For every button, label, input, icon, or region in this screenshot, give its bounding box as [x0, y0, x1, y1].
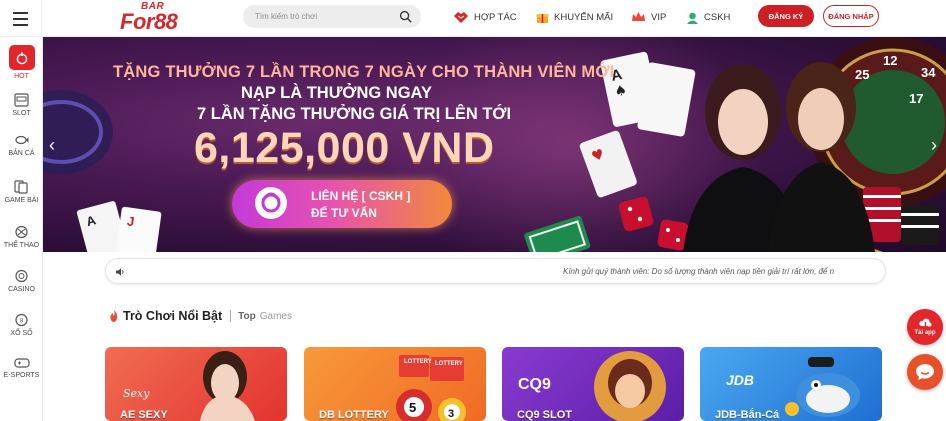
chat-bubble-icon — [916, 364, 934, 380]
search-icon[interactable] — [399, 10, 412, 23]
sidebar-item-label: XỔ SỐ — [10, 330, 33, 337]
game-card-title: DB LOTTERY — [319, 409, 389, 421]
nav-vip[interactable]: VIP — [631, 9, 666, 25]
download-icon — [918, 318, 932, 329]
promo-banner[interactable]: A J A ♠ ♥ 25 12 17 34 TẶNG THƯỞNG 7 LẦN … — [43, 37, 946, 252]
sidebar-item-hot[interactable]: HOT — [0, 40, 43, 80]
nav-cskh[interactable]: CSKH — [686, 9, 730, 25]
featured-games-heading: Trò Chơi Nổi Bật Top Games — [109, 309, 292, 323]
category-sidebar: HOT SLOT BẮN CÁ GAME BÀI THỂ THAO CASINO… — [0, 37, 43, 421]
crown-icon — [632, 12, 645, 21]
sidebar-item-label: THỂ THAO — [3, 242, 40, 249]
fish-icon — [15, 135, 29, 145]
nav-label: VIP — [651, 11, 667, 23]
game-card-jdb-ban-ca[interactable]: JDB JDB-Bắn-Cá — [700, 347, 882, 421]
nav-khuyen-mai[interactable]: KHUYẾN MÃI — [536, 9, 613, 25]
download-app-label: Tải app — [914, 330, 936, 336]
support-agent-icon — [687, 12, 698, 24]
nav-label: HỢP TÁC — [474, 11, 517, 23]
nav-label: CSKH — [704, 11, 731, 23]
game-card-cq9-slot[interactable]: CQ9 CQ9 SLOT — [502, 347, 684, 421]
top-header: BAR For88 HỢP TÁC KHUYẾN MÃI VIP CSKH ĐĂ… — [0, 0, 946, 37]
flame-icon — [110, 310, 118, 322]
sidebar-item-e-sports[interactable]: E-SPORTS — [0, 356, 43, 396]
search-box — [243, 5, 421, 28]
cta-label: LIÊN HỆ [ CSKH ] — [311, 189, 411, 203]
contact-support-button[interactable]: LIÊN HỆ [ CSKH ] ĐỂ TƯ VẤN — [232, 180, 452, 228]
section-subtitle: Top — [238, 310, 256, 322]
sidebar-item-label: HOT — [14, 73, 29, 80]
svg-text:8: 8 — [20, 319, 24, 325]
svg-text:3: 3 — [448, 408, 454, 420]
svg-text:JDB: JDB — [726, 372, 754, 388]
svg-text:17: 17 — [909, 91, 923, 106]
download-app-button[interactable]: Tải app — [907, 309, 943, 345]
sidebar-item-game-bai[interactable]: GAME BÀI — [0, 180, 43, 220]
live-chat-button[interactable] — [907, 354, 943, 390]
game-card-title: CQ9 SLOT — [517, 409, 573, 421]
game-card-title: JDB-Bắn-Cá — [715, 409, 780, 421]
slot-machine-icon — [14, 93, 29, 107]
register-button[interactable]: ĐĂNG KÝ — [758, 5, 814, 27]
banner-prev-arrow[interactable]: ‹ — [49, 135, 55, 156]
notice-text: Kính gửi quý thành viên: Do số lượng thà… — [563, 267, 835, 276]
sidebar-item-label: BẮN CÁ — [8, 150, 35, 157]
cards-icon — [14, 180, 28, 194]
section-title: Trò Chơi Nổi Bật — [123, 309, 223, 323]
game-card-title: AE SEXY — [120, 409, 168, 421]
sidebar-item-xo-so[interactable]: 8 XỔ SỐ — [0, 313, 43, 353]
sidebar-item-casino[interactable]: CASINO — [0, 269, 43, 309]
site-logo[interactable]: BAR For88 — [118, 0, 208, 34]
lottery-ball-icon: 8 — [15, 313, 28, 327]
svg-text:25: 25 — [855, 67, 869, 82]
nav-label: KHUYẾN MÃI — [554, 11, 614, 23]
svg-text:LOTTERY: LOTTERY — [435, 361, 463, 367]
casino-chip-icon — [15, 269, 28, 283]
sidebar-item-label: CASINO — [8, 286, 35, 293]
sidebar-item-label: GAME BÀI — [4, 197, 39, 204]
banner-amount: 6,125,000 VND — [194, 124, 495, 172]
sidebar-item-the-thao[interactable]: THỂ THAO — [0, 225, 43, 265]
svg-text:34: 34 — [921, 65, 936, 80]
svg-text:CQ9: CQ9 — [518, 376, 551, 393]
login-button[interactable]: ĐĂNG NHẬP — [823, 5, 879, 27]
headset-icon — [255, 187, 287, 219]
nav-hop-tac[interactable]: HỢP TÁC — [453, 9, 517, 25]
section-subtitle: Games — [259, 310, 292, 322]
notice-marquee: Kính gửi quý thành viên: Do số lượng thà… — [105, 258, 886, 284]
svg-text:LOTTERY: LOTTERY — [404, 359, 432, 365]
sidebar-item-ban-ca[interactable]: BẮN CÁ — [0, 133, 43, 173]
game-card-ae-sexy[interactable]: Sexy AE SEXY — [105, 347, 287, 421]
sidebar-item-label: SLOT — [12, 110, 31, 117]
search-input[interactable] — [255, 9, 395, 24]
gamepad-icon — [13, 358, 30, 368]
cta-label: ĐỂ TƯ VẤN — [311, 206, 377, 220]
speaker-icon — [116, 268, 124, 276]
page: BAR For88 HỢP TÁC KHUYẾN MÃI VIP CSKH ĐĂ… — [0, 0, 946, 421]
game-card-db-lottery[interactable]: LOTTERY LOTTERY 5 3 DB LOTTERY — [304, 347, 486, 421]
handshake-icon — [454, 12, 468, 23]
svg-text:Sexy: Sexy — [123, 387, 150, 400]
banner-headline: TẶNG THƯỞNG 7 LẦN TRONG 7 NGÀY CHO THÀNH… — [113, 63, 615, 81]
sidebar-item-label: E-SPORTS — [3, 372, 40, 379]
banner-next-arrow[interactable]: › — [931, 135, 937, 156]
svg-text:5: 5 — [409, 400, 416, 415]
banner-subline: NẠP LÀ THƯỞNG NGAY — [241, 84, 432, 102]
svg-text:12: 12 — [883, 53, 897, 68]
gift-icon — [536, 13, 549, 23]
section-divider — [230, 310, 232, 322]
sports-icon — [15, 225, 28, 239]
hamburger-menu-icon[interactable] — [0, 0, 42, 37]
hot-fire-icon — [16, 51, 27, 64]
sidebar-item-slot[interactable]: SLOT — [0, 93, 43, 133]
banner-subline: 7 LẦN TẶNG THƯỞNG GIÁ TRỊ LÊN TỚI — [197, 105, 512, 123]
